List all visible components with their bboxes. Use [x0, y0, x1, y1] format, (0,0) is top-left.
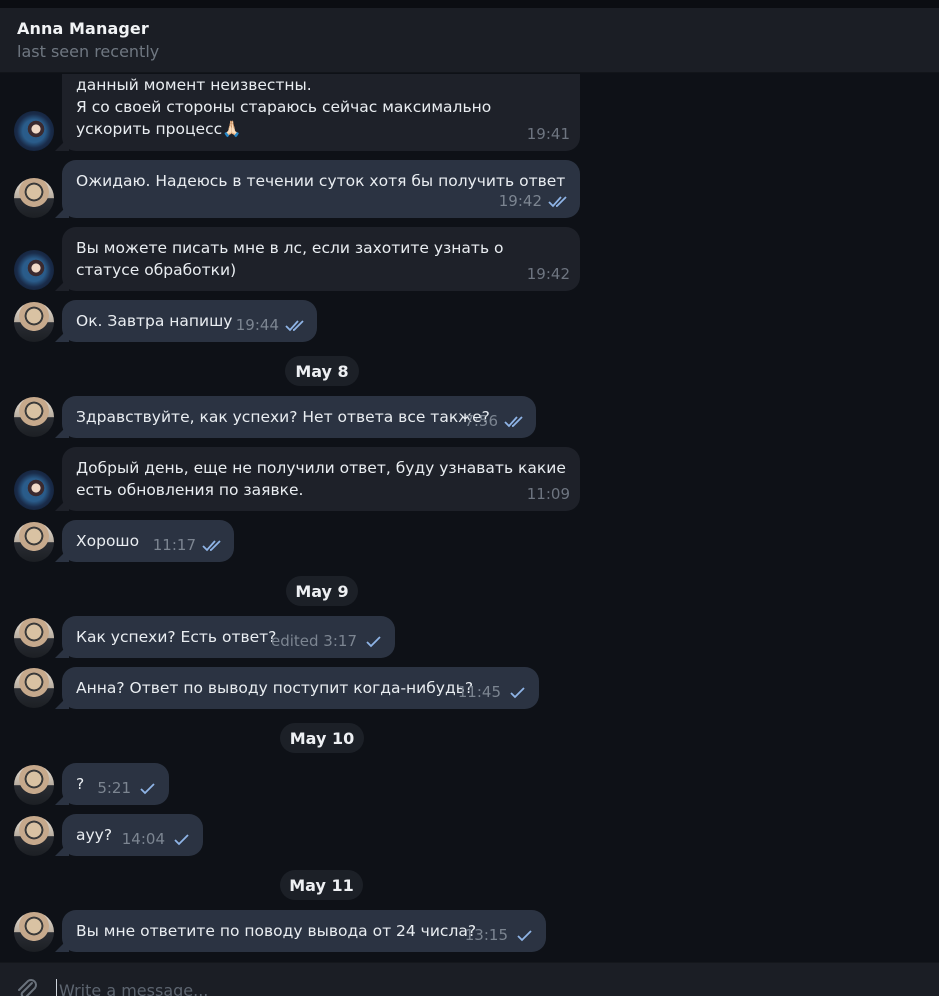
message-text: Добрый день, еще не получили ответ, буду…: [76, 459, 566, 499]
message-time: 11:09: [526, 485, 570, 503]
message-time: edited 3:17: [270, 632, 357, 650]
message-meta: 11:17: [153, 534, 224, 556]
outgoing-message[interactable]: Хорошо 11:17: [62, 520, 234, 562]
user-avatar[interactable]: [14, 765, 54, 805]
message-meta: 13:15: [465, 924, 536, 946]
outgoing-message[interactable]: Как успехи? Есть ответ? edited 3:17: [62, 616, 395, 658]
double-check-icon: [202, 540, 221, 552]
double-check-icon: [285, 320, 304, 332]
single-check-icon: [517, 930, 532, 942]
outgoing-message[interactable]: Ожидаю. Надеюсь в течении суток хотя бы …: [62, 160, 580, 218]
message-time: 19:41: [526, 125, 570, 143]
message-time: 19:42: [526, 265, 570, 283]
window-top-strip: [0, 0, 939, 8]
chat-title: Anna Manager: [17, 19, 149, 38]
message-text: данный момент неизвестны. Я со своей сто…: [76, 76, 492, 138]
attach-icon[interactable]: [14, 977, 40, 996]
user-avatar[interactable]: [14, 397, 54, 437]
message-meta: 5:21: [97, 777, 159, 799]
chat-header[interactable]: Anna Manager last seen recently: [0, 8, 939, 73]
contact-avatar[interactable]: [14, 111, 54, 151]
message-time: 19:44: [235, 316, 279, 334]
chat-status: last seen recently: [17, 42, 160, 61]
outgoing-message[interactable]: ауу? 14:04: [62, 814, 203, 856]
user-avatar[interactable]: [14, 302, 54, 342]
message-meta: 14:04: [122, 828, 193, 850]
message-composer[interactable]: Write a message...: [0, 962, 939, 996]
user-avatar[interactable]: [14, 522, 54, 562]
single-check-icon: [174, 834, 189, 846]
single-check-icon: [366, 636, 381, 648]
outgoing-message[interactable]: Анна? Ответ по выводу поступит когда-ниб…: [62, 667, 539, 709]
message-time: 7:56: [464, 412, 498, 430]
outgoing-message[interactable]: Здравствуйте, как успехи? Нет ответа все…: [62, 396, 536, 438]
outgoing-message[interactable]: Ок. Завтра напишу 19:44: [62, 300, 317, 342]
message-meta: 19:42: [499, 190, 570, 212]
message-text: Здравствуйте, как успехи? Нет ответа все…: [76, 408, 490, 426]
message-time: 14:04: [121, 830, 165, 848]
contact-avatar[interactable]: [14, 250, 54, 290]
message-time: 11:45: [457, 683, 501, 701]
text-caret: [56, 979, 57, 996]
message-text: Ожидаю. Надеюсь в течении суток хотя бы …: [76, 172, 566, 190]
outgoing-message[interactable]: Вы мне ответите по поводу вывода от 24 ч…: [62, 910, 546, 952]
message-meta: 19:44: [236, 314, 307, 336]
message-meta: 11:09: [527, 483, 570, 505]
message-time: 13:15: [464, 926, 508, 944]
contact-avatar[interactable]: [14, 470, 54, 510]
double-check-icon: [548, 196, 567, 208]
message-meta: 19:42: [527, 263, 570, 285]
user-avatar[interactable]: [14, 618, 54, 658]
date-separator: May 9: [286, 576, 358, 606]
message-list[interactable]: данный момент неизвестны. Я со своей сто…: [0, 74, 939, 962]
incoming-message[interactable]: Вы можете писать мне в лс, если захотите…: [62, 227, 580, 291]
user-avatar[interactable]: [14, 668, 54, 708]
message-time: 11:17: [152, 536, 196, 554]
message-meta: 7:56: [464, 410, 526, 432]
single-check-icon: [140, 783, 155, 795]
outgoing-message[interactable]: ? 5:21: [62, 763, 169, 805]
date-separator: May 11: [280, 870, 363, 900]
user-avatar[interactable]: [14, 178, 54, 218]
date-separator: May 8: [285, 356, 359, 386]
message-meta: 19:41: [527, 123, 570, 145]
single-check-icon: [510, 687, 525, 699]
message-input[interactable]: Write a message...: [59, 981, 208, 996]
date-separator: May 10: [280, 723, 364, 753]
message-meta: 11:45: [458, 681, 529, 703]
incoming-message[interactable]: Добрый день, еще не получили ответ, буду…: [62, 447, 580, 511]
message-time: 19:42: [498, 192, 542, 210]
double-check-icon: [504, 416, 523, 428]
incoming-message[interactable]: данный момент неизвестны. Я со своей сто…: [62, 74, 580, 151]
user-avatar[interactable]: [14, 816, 54, 856]
message-text: Вы мне ответите по поводу вывода от 24 ч…: [76, 922, 477, 940]
message-meta: edited 3:17: [271, 630, 385, 652]
user-avatar[interactable]: [14, 912, 54, 952]
message-time: 5:21: [97, 779, 131, 797]
message-text: Вы можете писать мне в лс, если захотите…: [76, 239, 504, 279]
